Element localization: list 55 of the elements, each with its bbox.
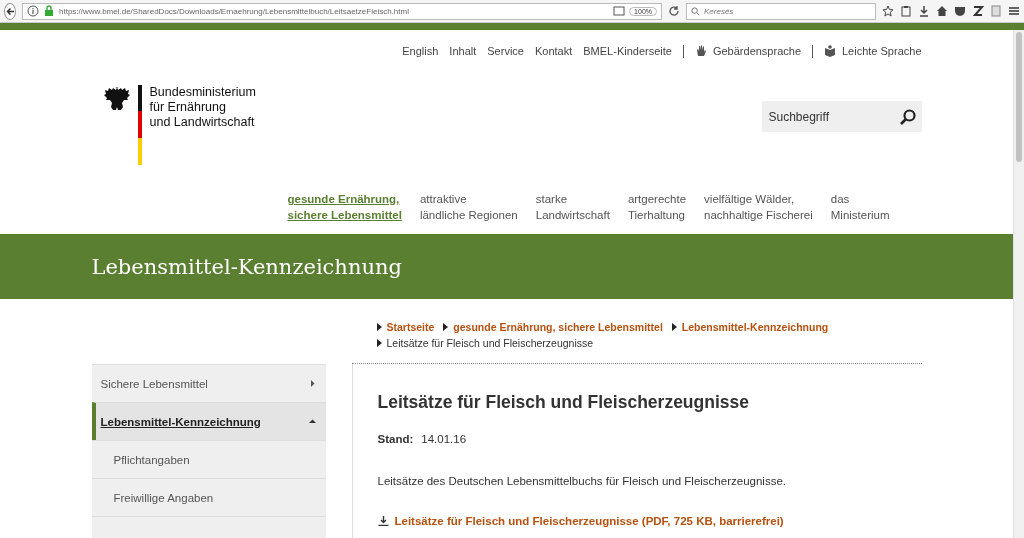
sidebar-item[interactable]: Sichere Lebensmittel — [91, 364, 326, 402]
scrollbar[interactable] — [1013, 30, 1024, 538]
reload-icon[interactable] — [668, 5, 680, 17]
date-label: Stand: — [377, 433, 414, 445]
star-icon[interactable] — [882, 5, 894, 17]
browser-search-input[interactable]: Keresés — [704, 6, 854, 16]
sidebar-item[interactable]: Freiwillige Angaben — [91, 478, 326, 516]
search-input[interactable]: Suchbegriff — [766, 108, 887, 125]
service-link[interactable]: English — [402, 45, 439, 57]
intro-text: Leitsätze des Deutschen Lebensmittelbuchs für Fleisch und Fleischerzeugnisse. — [377, 475, 786, 487]
breadcrumb-current: Leitsätze für Fleisch und Fleischerzeugnisse — [376, 335, 594, 351]
service-link[interactable]: BMEL-Kinderseite — [583, 45, 672, 57]
service-link[interactable]: Gebärdensprache — [694, 45, 801, 57]
caret-right-icon — [308, 380, 316, 387]
caret-up-icon — [308, 418, 316, 425]
main-nav-item[interactable]: das Ministerium — [830, 191, 890, 234]
ministry-name: Bundesministerium für Ernährung und Landwirtschaft — [149, 85, 256, 130]
browser-search-field[interactable]: Keresés — [686, 2, 876, 20]
download-icon — [377, 516, 389, 526]
sidebar-item[interactable]: Lebensmittel-Kennzeichnung — [91, 402, 326, 440]
home-icon[interactable] — [936, 5, 948, 17]
z-icon[interactable] — [972, 5, 984, 17]
section-title: Lebensmittel-Kennzeichnung — [91, 254, 402, 279]
service-link[interactable]: Service — [487, 45, 524, 57]
download-link[interactable]: Leitsätze für Fleisch und Fleischerzeugnisse (PDF, 725 KB, barrierefrei) — [377, 515, 786, 527]
service-link[interactable]: Kontakt — [534, 45, 573, 57]
main-nav-item[interactable]: starke Landwirtschaft — [535, 191, 610, 234]
main-nav-item[interactable]: attraktive ländliche Regionen — [419, 191, 518, 234]
menu-icon[interactable] — [1008, 5, 1020, 17]
book-icon — [824, 45, 836, 57]
service-link[interactable]: Inhalt — [449, 45, 477, 57]
breadcrumb-link[interactable]: gesunde Ernährung, sichere Lebensmittel — [443, 319, 663, 335]
back-button[interactable] — [4, 2, 16, 20]
clipboard-icon[interactable] — [900, 5, 912, 17]
triangle-icon — [671, 323, 677, 331]
date-value: 14.01.16 — [421, 433, 467, 445]
url-text: https://www.bmel.de/SharedDocs/Downloads/Ernaehrung/Lebensmittelbuch/LeitsaetzeFleisch.html — [59, 6, 410, 16]
hand-icon — [694, 45, 707, 57]
triangle-icon — [443, 323, 449, 331]
sidebar-item[interactable]: Pflichtangaben — [91, 440, 326, 478]
download-icon[interactable] — [918, 5, 930, 17]
lock-icon — [43, 5, 55, 17]
breadcrumb-link[interactable]: Startseite — [376, 319, 435, 335]
back-arrow-icon — [5, 6, 15, 16]
breadcrumb-link[interactable]: Lebensmittel-Kennzeichnung — [671, 319, 829, 335]
reader-view-icon[interactable] — [613, 5, 626, 17]
search-icon — [691, 6, 700, 16]
info-icon[interactable] — [27, 5, 39, 17]
search-field[interactable]: Suchbegriff — [761, 101, 922, 132]
main-nav-item[interactable]: artgerechte Tierhaltung — [627, 191, 687, 234]
main-nav-item[interactable]: vielfältige Wälder, nachhaltige Fischerei — [704, 191, 813, 234]
service-link[interactable]: Leichte Sprache — [824, 45, 922, 57]
article-title: Leitsätze für Fleisch und Fleischerzeugnisse — [377, 392, 750, 413]
search-icon[interactable] — [898, 107, 917, 126]
pocket-icon[interactable] — [954, 5, 966, 17]
